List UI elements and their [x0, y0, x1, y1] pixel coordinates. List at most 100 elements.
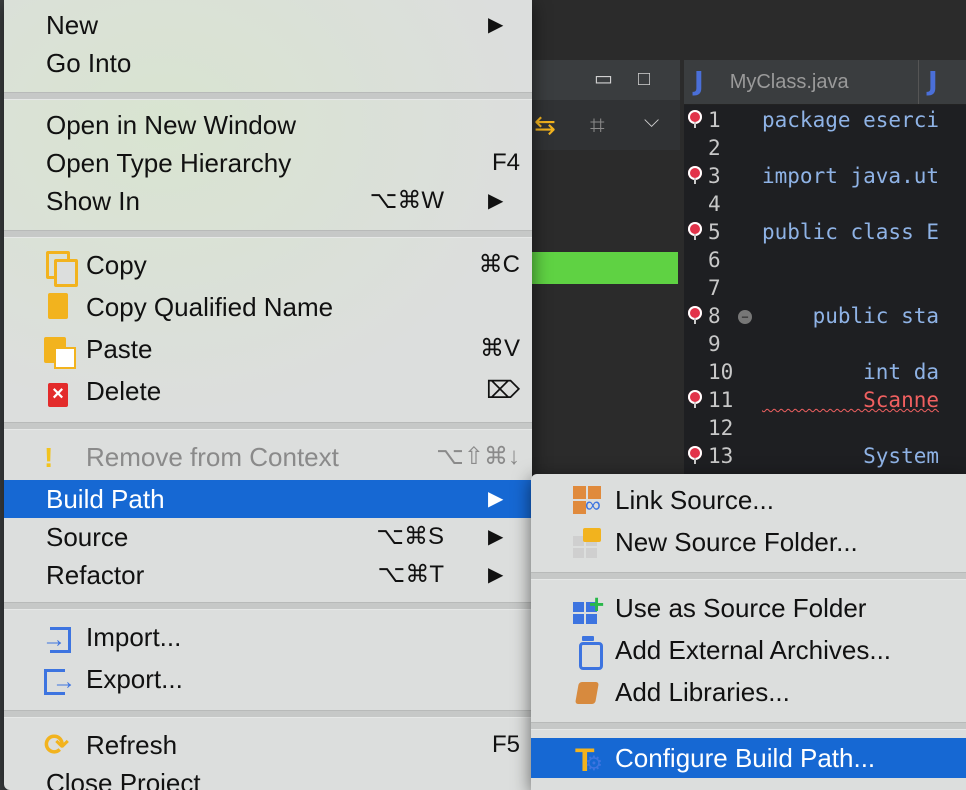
link-source-icon	[573, 486, 603, 516]
menu-item-add-libraries[interactable]: Add Libraries...	[531, 672, 966, 712]
menu-item-copy[interactable]: Copy ⌘C	[4, 246, 532, 287]
menu-item-refresh[interactable]: ⟳ Refresh F5	[4, 726, 532, 764]
code-lines: 1 package eserci 2 3 import java.ut 4 5 public …	[684, 106, 966, 470]
paste-icon	[44, 335, 76, 369]
menu-shortcut: ⌥⌘T	[377, 561, 444, 588]
delete-icon	[44, 377, 74, 407]
submenu-arrow-icon: ▶	[488, 14, 504, 36]
chevron-down-icon[interactable]: ⌵	[644, 110, 659, 133]
line-number: 2	[708, 136, 721, 160]
breakpoint-icon[interactable]	[688, 166, 702, 184]
menu-item-label: Show In	[46, 186, 140, 216]
breakpoint-icon[interactable]	[688, 390, 702, 408]
menu-separator	[4, 92, 532, 100]
sync-icon[interactable]: ⇆	[534, 110, 556, 141]
maximize-icon[interactable]: □	[638, 68, 650, 91]
code-line[interactable]: 11 Scanne	[684, 386, 966, 414]
menu-item-label: Go Into	[46, 48, 132, 78]
use-as-source-folder-icon	[573, 584, 604, 624]
code-text: System	[762, 444, 940, 468]
breakpoint-icon[interactable]	[688, 446, 702, 464]
breakpoint-icon[interactable]	[688, 306, 702, 324]
code-text: public sta	[762, 304, 940, 328]
menu-shortcut: F5	[491, 731, 520, 758]
copy-qualified-icon	[44, 293, 74, 323]
menu-item-label: Import...	[86, 622, 182, 652]
line-number: 6	[708, 248, 721, 272]
menu-item-configure-build-path[interactable]: Configure Build Path...	[531, 738, 966, 780]
tab-second[interactable]: J	[928, 60, 938, 104]
code-line[interactable]: 2	[684, 134, 966, 162]
submenu-arrow-icon: ▶	[488, 526, 504, 548]
tab-myclass[interactable]: J MyClass.java	[694, 60, 849, 104]
menu-item-label: Add Libraries...	[615, 677, 790, 707]
submenu-arrow-icon: ▶	[488, 190, 504, 212]
export-icon	[44, 663, 76, 701]
menu-separator	[531, 572, 966, 580]
menu-item-delete[interactable]: Delete ⌦	[4, 372, 532, 410]
menu-item-label: Copy Qualified Name	[86, 292, 334, 322]
menu-item-source[interactable]: Source ⌥⌘S ▶	[4, 518, 532, 556]
new-source-folder-icon	[573, 528, 603, 558]
breakpoint-icon[interactable]	[688, 222, 702, 240]
menu-separator	[4, 422, 532, 430]
menu-item-import[interactable]: Import...	[4, 618, 532, 659]
menu-item-show-in[interactable]: Show In ⌥⌘W ▶	[4, 182, 532, 220]
menu-item-refactor[interactable]: Refactor ⌥⌘T ▶	[4, 556, 532, 594]
minimize-icon[interactable]: ▭	[594, 66, 613, 91]
menu-shortcut: F4	[491, 149, 520, 176]
code-text: Scanne	[762, 388, 940, 412]
breakpoint-icon[interactable]	[688, 110, 702, 128]
menu-item-paste[interactable]: Paste ⌘V	[4, 330, 532, 369]
submenu-arrow-icon: ▶	[488, 488, 504, 510]
code-line[interactable]: 5 public class E	[684, 218, 966, 246]
menu-item-build-path[interactable]: Build Path ▶	[4, 480, 532, 518]
menu-item-close-project[interactable]: Close Project	[4, 764, 532, 790]
code-text: public class E	[762, 220, 940, 244]
menu-shortcut: ⌥⇧⌘↓	[436, 443, 520, 470]
line-number: 5	[708, 220, 721, 244]
build-path-submenu: Link Source... New Source Folder... Use …	[531, 474, 966, 790]
menu-item-label: Copy	[86, 250, 147, 280]
menu-item-label: New	[46, 10, 99, 40]
refresh-icon: ⟳	[44, 729, 70, 762]
code-line[interactable]: 13 System	[684, 442, 966, 470]
menu-item-label: Export...	[86, 664, 183, 694]
remove-context-icon: !	[44, 442, 54, 473]
menu-item-link-source[interactable]: Link Source...	[531, 480, 966, 520]
code-line[interactable]: 12	[684, 414, 966, 442]
line-number: 1	[708, 108, 721, 132]
code-line[interactable]: 1 package eserci	[684, 106, 966, 134]
code-line[interactable]: 6	[684, 246, 966, 274]
menu-item-new-source-folder[interactable]: New Source Folder...	[531, 522, 966, 562]
fold-icon[interactable]: −	[738, 310, 752, 324]
menu-item-export[interactable]: Export...	[4, 660, 532, 701]
code-text: package eserci	[762, 108, 940, 132]
line-number: 10	[708, 360, 734, 384]
menu-item-go-into[interactable]: Go Into	[4, 44, 532, 82]
menu-shortcut: ⌦	[486, 377, 520, 404]
menu-item-open-new-window[interactable]: Open in New Window	[4, 106, 532, 144]
submenu-arrow-icon: ▶	[488, 564, 504, 586]
menu-item-label: Remove from Context	[86, 442, 339, 472]
menu-item-open-type-hierarchy[interactable]: Open Type Hierarchy F4	[4, 144, 532, 182]
context-menu: New ▶ Go Into Open in New Window Open Ty…	[4, 0, 532, 790]
menu-separator	[4, 602, 532, 610]
menu-item-copy-qualified-name[interactable]: Copy Qualified Name	[4, 288, 532, 326]
menu-item-label: Open in New Window	[46, 110, 296, 140]
menu-item-add-external-archives[interactable]: Add External Archives...	[531, 630, 966, 670]
menu-item-new[interactable]: New ▶	[4, 6, 532, 44]
menu-item-use-as-source-folder[interactable]: Use as Source Folder	[531, 584, 966, 628]
code-line[interactable]: 9	[684, 330, 966, 358]
code-line[interactable]: 7	[684, 274, 966, 302]
focus-icon[interactable]: ⌗	[590, 110, 605, 142]
code-text: import java.ut	[762, 164, 940, 188]
code-line[interactable]: 4	[684, 190, 966, 218]
code-line[interactable]: 8 − public sta	[684, 302, 966, 330]
menu-item-label: Link Source...	[615, 485, 774, 515]
menu-separator	[4, 230, 532, 238]
code-line[interactable]: 10 int da	[684, 358, 966, 386]
menu-item-label: Refresh	[86, 730, 178, 760]
line-number: 12	[708, 416, 734, 440]
code-line[interactable]: 3 import java.ut	[684, 162, 966, 190]
